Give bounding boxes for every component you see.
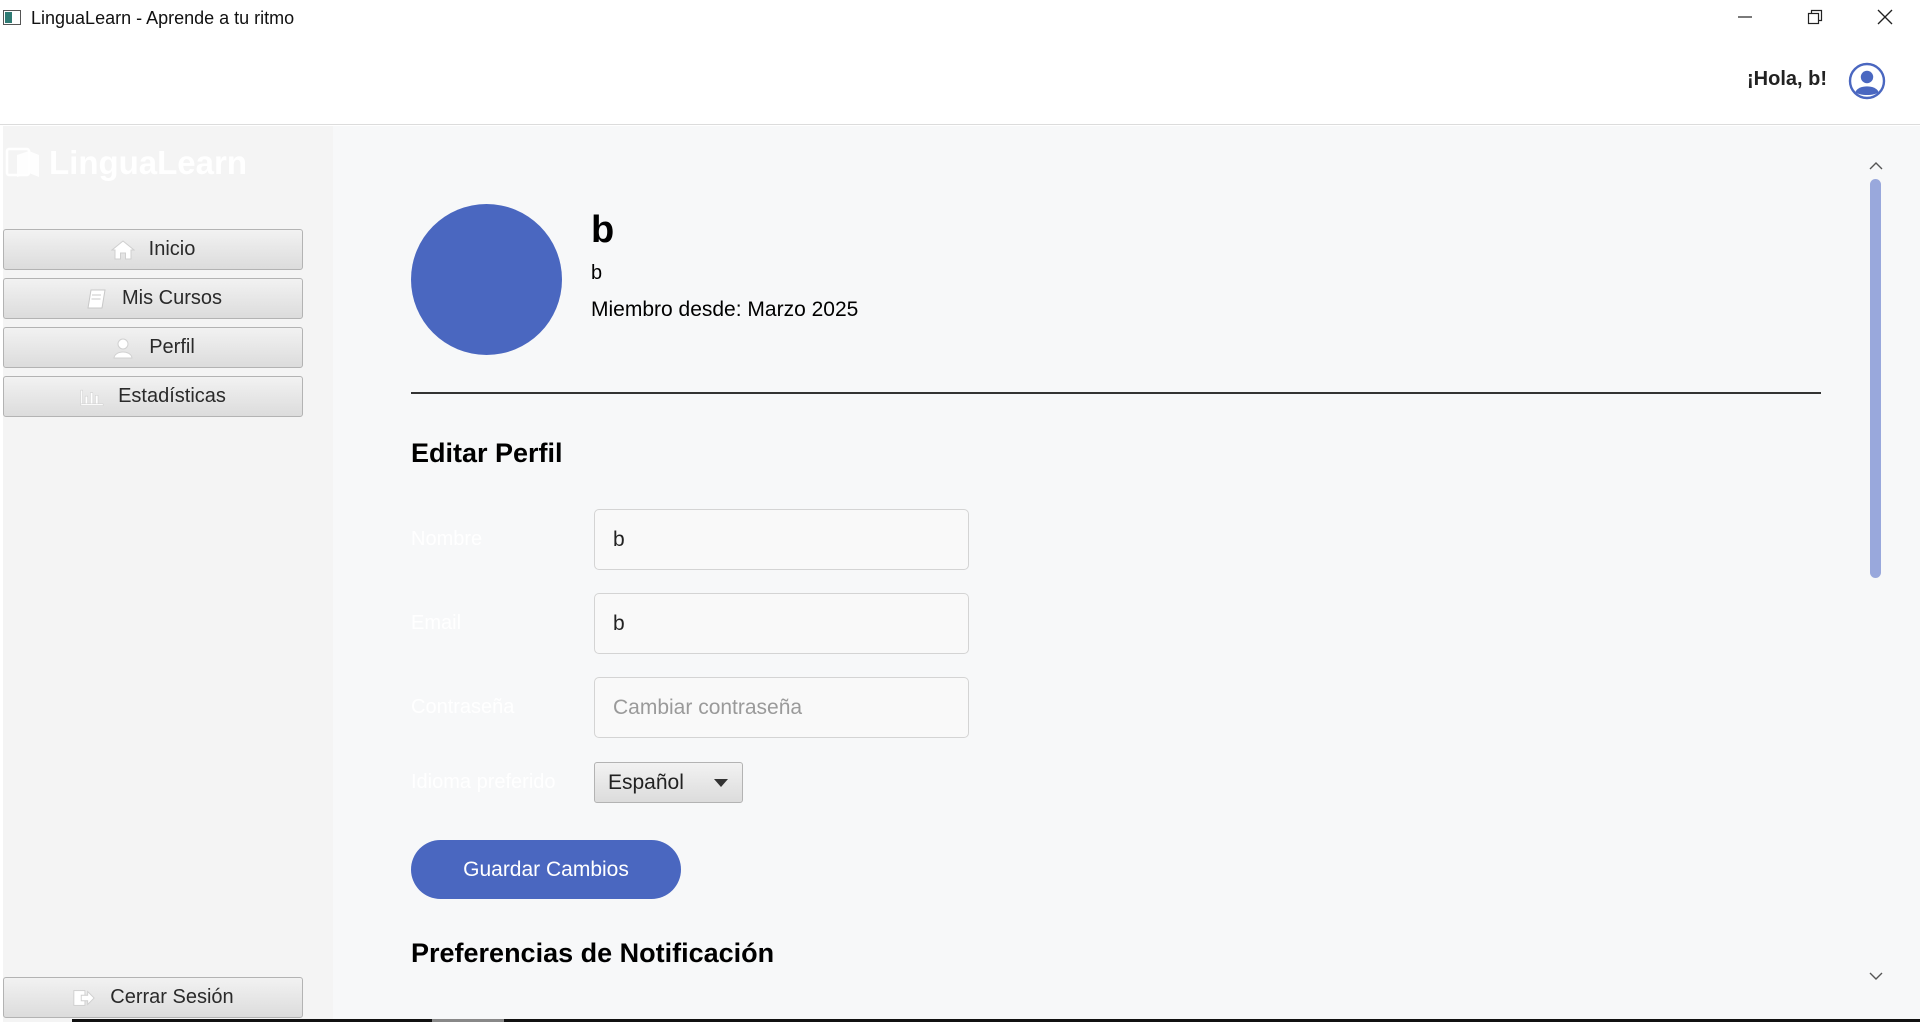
- name-label: Nombre: [411, 528, 483, 550]
- profile-username: b: [591, 262, 603, 284]
- scroll-down-button[interactable]: [1865, 968, 1887, 984]
- email-label: Email: [411, 612, 462, 634]
- window-titlebar: LinguaLearn - Aprende a tu ritmo: [0, 0, 1920, 34]
- sidebar-item-label: Mis Cursos: [121, 287, 222, 309]
- brand: LinguaLearn: [3, 140, 247, 186]
- sidebar-item-estadisticas[interactable]: Estadísticas: [3, 376, 303, 417]
- scroll-up-button[interactable]: [1865, 158, 1887, 174]
- member-since: Miembro desde: Marzo 2025: [591, 298, 859, 321]
- user-greeting: ¡Hola, b!: [1747, 68, 1827, 90]
- password-field[interactable]: [594, 677, 969, 738]
- sidebar-item-perfil[interactable]: Perfil: [3, 327, 303, 368]
- sidebar-item-mis-cursos[interactable]: Mis Cursos: [3, 278, 303, 319]
- bar-chart-icon: [80, 386, 104, 408]
- email-field[interactable]: [594, 593, 969, 654]
- logout-button[interactable]: Cerrar Sesión: [3, 977, 303, 1018]
- profile-avatar: [411, 204, 562, 355]
- scrollbar-thumb[interactable]: [1870, 179, 1881, 578]
- close-button[interactable]: [1850, 0, 1920, 34]
- brand-name: LinguaLearn: [49, 144, 248, 181]
- restore-button[interactable]: [1780, 0, 1850, 34]
- profile-name: b: [591, 209, 615, 251]
- language-select-value: Español: [608, 770, 684, 794]
- app-icon: [3, 10, 21, 25]
- chevron-up-icon: [1869, 162, 1883, 170]
- chevron-down-icon: [1869, 972, 1883, 980]
- user-account-icon: [1848, 62, 1886, 100]
- profile-content: b b Miembro desde: Marzo 2025 Editar Per…: [333, 126, 1920, 1022]
- language-logo-icon: [5, 147, 39, 177]
- language-select[interactable]: Español: [594, 762, 743, 803]
- edit-profile-title: Editar Perfil: [411, 438, 563, 468]
- language-label: Idioma preferido: [411, 771, 556, 793]
- sidebar-item-inicio[interactable]: Inicio: [3, 229, 303, 270]
- divider: [411, 392, 1821, 394]
- chevron-down-icon: [714, 779, 728, 787]
- name-field[interactable]: [594, 509, 969, 570]
- sidebar-item-label: Estadísticas: [118, 385, 226, 407]
- minimize-button[interactable]: [1710, 0, 1780, 34]
- logout-label: Cerrar Sesión: [110, 986, 234, 1008]
- book-icon: [84, 288, 108, 310]
- minimize-icon: [1738, 16, 1752, 18]
- sidebar-item-label: Inicio: [148, 238, 196, 260]
- sidebar-item-label: Perfil: [149, 336, 195, 358]
- user-avatar-button[interactable]: [1848, 62, 1886, 100]
- sidebar: LinguaLearn Inicio Mis Cursos Perfil Est…: [3, 126, 333, 1022]
- password-label: Contraseña: [411, 696, 515, 718]
- close-icon: [1877, 9, 1893, 25]
- restore-icon: [1807, 9, 1823, 25]
- user-icon: [111, 337, 135, 359]
- logout-icon: [72, 987, 96, 1009]
- top-header: ¡Hola, b!: [0, 34, 1920, 125]
- window-title: LinguaLearn - Aprende a tu ritmo: [31, 8, 295, 28]
- home-icon: [110, 239, 135, 261]
- notification-preferences-title: Preferencias de Notificación: [411, 938, 775, 968]
- save-changes-button[interactable]: Guardar Cambios: [411, 840, 681, 899]
